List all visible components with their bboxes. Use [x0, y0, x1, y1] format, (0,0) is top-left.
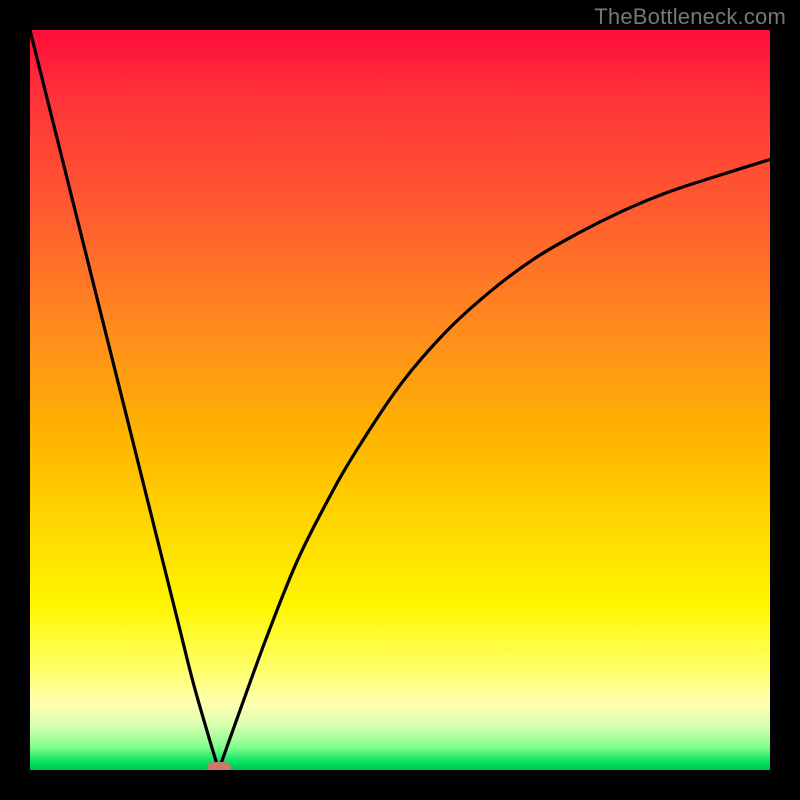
- watermark-text: TheBottleneck.com: [594, 4, 786, 30]
- bottleneck-curve-right: [219, 160, 770, 771]
- optimal-point-marker: [207, 762, 231, 770]
- plot-area: [30, 30, 770, 770]
- chart-frame: TheBottleneck.com: [0, 0, 800, 800]
- bottleneck-curve-left: [30, 30, 219, 770]
- curve-layer: [30, 30, 770, 770]
